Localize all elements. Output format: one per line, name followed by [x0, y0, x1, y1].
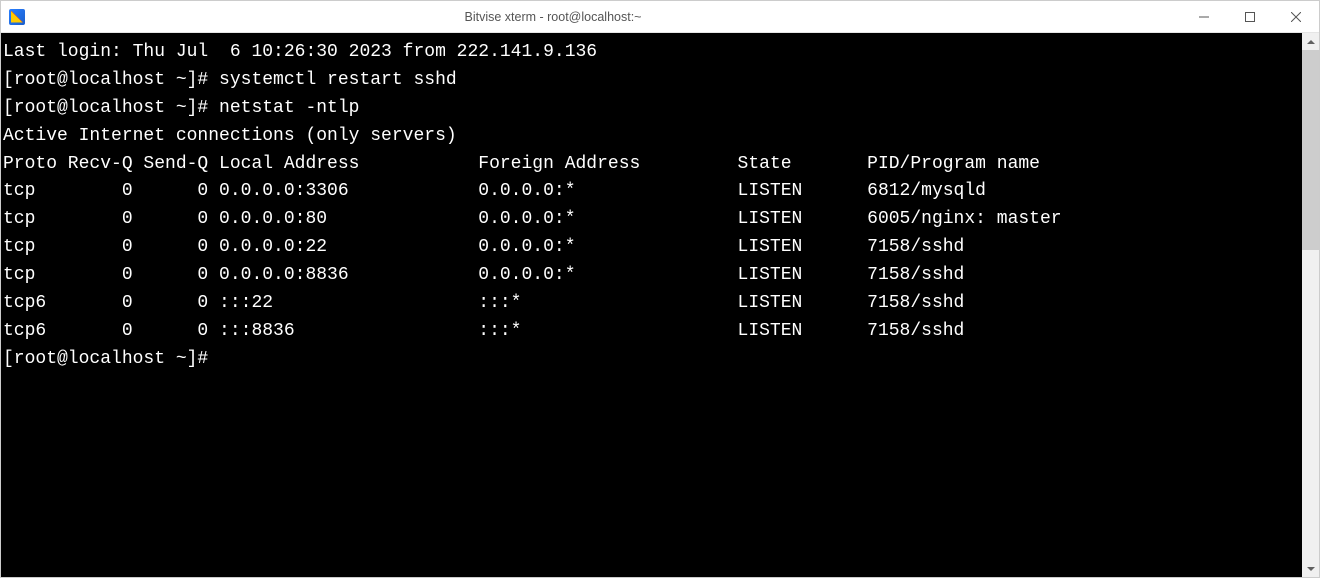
terminal-line: tcp 0 0 0.0.0.0:3306 0.0.0.0:* LISTEN 68… — [3, 181, 986, 201]
terminal-line: tcp 0 0 0.0.0.0:8836 0.0.0.0:* LISTEN 71… — [3, 265, 964, 285]
chevron-down-icon — [1307, 565, 1315, 573]
window-controls — [1181, 1, 1319, 32]
close-icon — [1291, 12, 1301, 22]
titlebar[interactable]: Bitvise xterm - root@localhost:~ — [1, 1, 1319, 33]
minimize-icon — [1199, 12, 1209, 22]
terminal-line: tcp6 0 0 :::22 :::* LISTEN 7158/sshd — [3, 293, 964, 313]
terminal-line: tcp6 0 0 :::8836 :::* LISTEN 7158/sshd — [3, 321, 964, 341]
terminal-line: Proto Recv-Q Send-Q Local Address Foreig… — [3, 154, 1040, 174]
terminal-line: tcp 0 0 0.0.0.0:80 0.0.0.0:* LISTEN 6005… — [3, 209, 1062, 229]
app-icon — [9, 9, 25, 25]
vertical-scrollbar[interactable] — [1302, 33, 1319, 577]
terminal-line: Active Internet connections (only server… — [3, 126, 457, 146]
terminal-wrapper: Last login: Thu Jul 6 10:26:30 2023 from… — [1, 33, 1319, 577]
maximize-button[interactable] — [1227, 1, 1273, 32]
maximize-icon — [1245, 12, 1255, 22]
terminal-line: tcp 0 0 0.0.0.0:22 0.0.0.0:* LISTEN 7158… — [3, 237, 964, 257]
minimize-button[interactable] — [1181, 1, 1227, 32]
window: Bitvise xterm - root@localhost:~ Last lo… — [0, 0, 1320, 578]
chevron-up-icon — [1307, 38, 1315, 46]
window-title: Bitvise xterm - root@localhost:~ — [25, 10, 1181, 24]
terminal-line: [root@localhost ~]# netstat -ntlp — [3, 98, 359, 118]
terminal-line: Last login: Thu Jul 6 10:26:30 2023 from… — [3, 42, 597, 62]
terminal-line: [root@localhost ~]# systemctl restart ss… — [3, 70, 457, 90]
scrollbar-thumb[interactable] — [1302, 50, 1319, 250]
terminal-line: [root@localhost ~]# — [3, 349, 219, 369]
scrollbar-up-button[interactable] — [1302, 33, 1319, 50]
terminal[interactable]: Last login: Thu Jul 6 10:26:30 2023 from… — [1, 33, 1302, 577]
close-button[interactable] — [1273, 1, 1319, 32]
scrollbar-down-button[interactable] — [1302, 560, 1319, 577]
